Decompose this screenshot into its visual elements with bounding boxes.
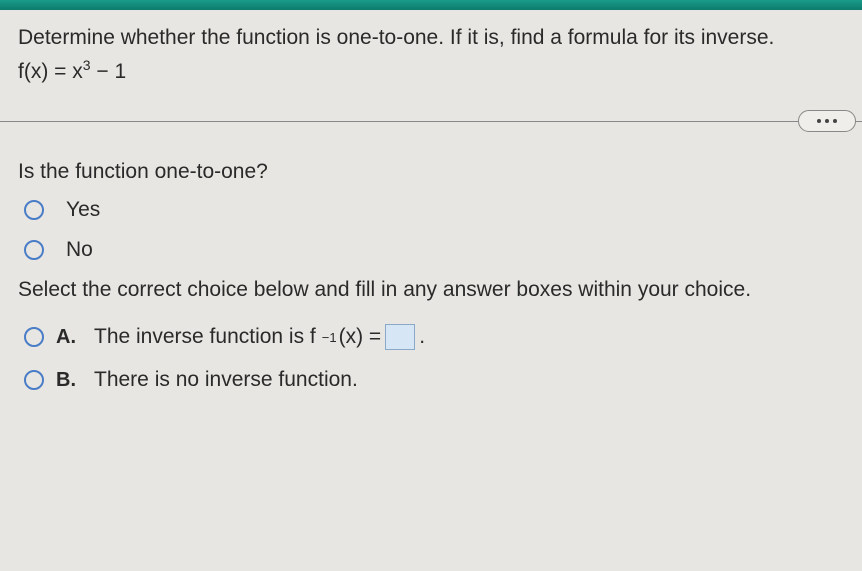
formula-lhs: f(x) = x [18, 60, 83, 83]
function-formula: f(x) = x3 − 1 [18, 57, 844, 84]
option-yes-label: Yes [66, 198, 100, 222]
option-no-row[interactable]: No [24, 238, 844, 262]
more-options-button[interactable] [798, 110, 856, 132]
divider-line [0, 121, 862, 122]
choice-a-mid: (x) = [339, 325, 382, 349]
choice-a-row[interactable]: A. The inverse function is f −1(x) = . [24, 324, 844, 350]
choice-a-letter: A. [56, 326, 80, 349]
dot-icon [833, 119, 837, 123]
window-top-bar [0, 0, 862, 10]
answer-input-box[interactable] [385, 324, 415, 350]
dot-icon [825, 119, 829, 123]
choice-b-row[interactable]: B. There is no inverse function. [24, 368, 844, 392]
choice-a-text: The inverse function is f −1(x) = . [94, 324, 425, 350]
radio-no[interactable] [24, 240, 44, 260]
formula-rhs: − 1 [91, 60, 127, 83]
choice-instruction: Select the correct choice below and fill… [18, 278, 844, 302]
choice-a-prefix: The inverse function is f [94, 325, 316, 349]
choice-a-suffix: . [419, 325, 425, 349]
formula-exponent: 3 [83, 57, 91, 73]
sub-question: Is the function one-to-one? [18, 160, 844, 184]
choice-b-letter: B. [56, 369, 80, 392]
radio-choice-b[interactable] [24, 370, 44, 390]
choice-b-text: There is no inverse function. [94, 368, 358, 392]
choice-a-sup: −1 [322, 330, 337, 345]
option-no-label: No [66, 238, 93, 262]
radio-choice-a[interactable] [24, 327, 44, 347]
radio-yes[interactable] [24, 200, 44, 220]
divider-row [18, 110, 844, 134]
question-content: Determine whether the function is one-to… [0, 10, 862, 392]
option-yes-row[interactable]: Yes [24, 198, 844, 222]
dot-icon [817, 119, 821, 123]
question-prompt: Determine whether the function is one-to… [18, 24, 844, 51]
